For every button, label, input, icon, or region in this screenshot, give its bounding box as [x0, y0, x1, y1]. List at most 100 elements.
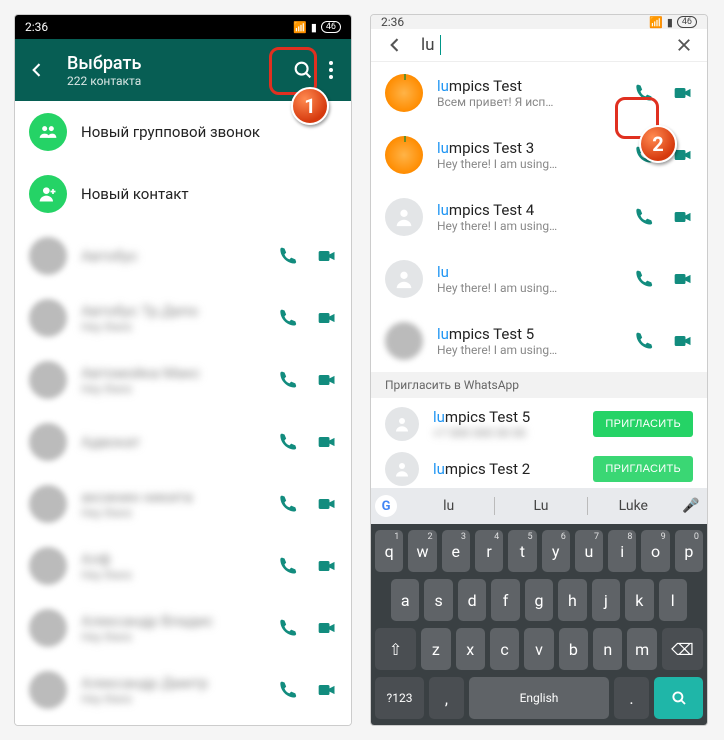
- call-icon[interactable]: [633, 207, 653, 227]
- key-r[interactable]: 4r: [475, 530, 503, 572]
- key-shift[interactable]: ⇧: [375, 628, 416, 670]
- key-x[interactable]: x: [456, 628, 485, 670]
- back-button[interactable]: [25, 60, 49, 80]
- key-k[interactable]: k: [625, 579, 653, 621]
- list-item[interactable]: Автомойка МаксHey there: [15, 349, 351, 411]
- list-item[interactable]: аксинин никитаHey there: [15, 473, 351, 535]
- callout-badge-2: 2: [639, 125, 677, 163]
- new-contact[interactable]: Новый контакт: [15, 163, 351, 225]
- key-n[interactable]: n: [593, 628, 622, 670]
- call-icon[interactable]: [277, 556, 297, 576]
- video-icon[interactable]: [317, 618, 337, 638]
- google-icon[interactable]: G: [375, 495, 397, 517]
- header-subtitle: 222 контакта: [67, 74, 285, 88]
- call-icon[interactable]: [633, 83, 653, 103]
- suggestion[interactable]: Luke: [588, 498, 679, 514]
- list-item[interactable]: lumpics Test 5 Hey there! I am using…: [371, 310, 707, 372]
- video-icon[interactable]: [317, 370, 337, 390]
- key-d[interactable]: d: [458, 579, 486, 621]
- key-z[interactable]: z: [421, 628, 450, 670]
- key-v[interactable]: v: [524, 628, 553, 670]
- status-bar: 2:36 📶 ▮ 46: [371, 15, 707, 29]
- call-icon[interactable]: [277, 308, 297, 328]
- search-button[interactable]: [285, 52, 321, 88]
- key-h[interactable]: h: [558, 579, 586, 621]
- key-w[interactable]: 2w: [408, 530, 436, 572]
- video-icon[interactable]: [317, 494, 337, 514]
- invite-item[interactable]: lumpics Test 5 +7 000 000 00 00 ПРИГЛАСИ…: [371, 398, 707, 450]
- contact-status: Hey there! I am using…: [437, 343, 619, 357]
- key-l[interactable]: l: [659, 579, 687, 621]
- key-u[interactable]: 7u: [575, 530, 603, 572]
- list-item[interactable]: Александр ВладисHey there: [15, 597, 351, 659]
- key-period[interactable]: .: [614, 677, 649, 719]
- contact-name: lumpics Test 5: [437, 325, 619, 343]
- video-icon[interactable]: [317, 680, 337, 700]
- search-header: lu: [371, 29, 707, 62]
- video-icon[interactable]: [673, 83, 693, 103]
- search-input[interactable]: lu: [421, 35, 659, 55]
- key-p[interactable]: 0p: [675, 530, 703, 572]
- wifi-icon: 📶: [649, 16, 663, 29]
- header-title: Выбрать: [67, 53, 285, 74]
- key-enter[interactable]: [654, 677, 703, 719]
- video-icon[interactable]: [317, 246, 337, 266]
- video-icon[interactable]: [317, 432, 337, 452]
- call-icon[interactable]: [633, 269, 653, 289]
- suggestion[interactable]: Lu: [495, 498, 586, 514]
- call-icon[interactable]: [633, 331, 653, 351]
- video-icon[interactable]: [673, 207, 693, 227]
- key-c[interactable]: c: [490, 628, 519, 670]
- call-icon[interactable]: [277, 246, 297, 266]
- video-icon[interactable]: [673, 269, 693, 289]
- key-j[interactable]: j: [592, 579, 620, 621]
- key-g[interactable]: g: [525, 579, 553, 621]
- video-icon[interactable]: [317, 308, 337, 328]
- key-f[interactable]: f: [491, 579, 519, 621]
- menu-button[interactable]: [321, 61, 341, 79]
- list-item[interactable]: lumpics Test 4 Hey there! I am using…: [371, 186, 707, 248]
- key-m[interactable]: m: [627, 628, 656, 670]
- key-y[interactable]: 6y: [542, 530, 570, 572]
- back-button[interactable]: [385, 35, 405, 55]
- key-comma[interactable]: ,: [429, 677, 464, 719]
- battery-level: 46: [321, 21, 341, 33]
- invite-button[interactable]: ПРИГЛАСИТЬ: [593, 411, 693, 437]
- key-a[interactable]: a: [391, 579, 419, 621]
- contact-status: Hey there! I am using…: [437, 219, 619, 233]
- key-s[interactable]: s: [424, 579, 452, 621]
- list-item[interactable]: АлфHey there: [15, 535, 351, 597]
- clear-search-button[interactable]: [675, 36, 693, 54]
- key-symbols[interactable]: ?123: [375, 677, 424, 719]
- list-item[interactable]: lu Hey there! I am using…: [371, 248, 707, 310]
- suggestion[interactable]: lu: [403, 498, 494, 514]
- key-e[interactable]: 3e: [442, 530, 470, 572]
- status-right: 📶 ▮ 46: [649, 16, 697, 29]
- key-q[interactable]: 1q: [375, 530, 403, 572]
- list-item[interactable]: Автобус Тр.ДепоHey there: [15, 287, 351, 349]
- keyboard: 1q 2w 3e 4r 5t 6y 7u 8i 9o 0p a s d f g …: [371, 524, 707, 725]
- call-icon[interactable]: [277, 494, 297, 514]
- video-icon[interactable]: [673, 331, 693, 351]
- key-t[interactable]: 5t: [508, 530, 536, 572]
- invite-button[interactable]: ПРИГЛАСИТЬ: [593, 456, 693, 482]
- list-item[interactable]: Адвокат: [15, 411, 351, 473]
- new-group-call-label: Новый групповой звонок: [81, 123, 337, 141]
- key-backspace[interactable]: ⌫: [662, 628, 703, 670]
- list-item[interactable]: Автобус: [15, 225, 351, 287]
- key-b[interactable]: b: [559, 628, 588, 670]
- list-item[interactable]: lumpics Test Всем привет! Я исп…: [371, 62, 707, 124]
- key-o[interactable]: 9o: [641, 530, 669, 572]
- video-icon[interactable]: [317, 556, 337, 576]
- wifi-icon: 📶: [293, 21, 307, 34]
- key-space[interactable]: English: [469, 677, 609, 719]
- call-icon[interactable]: [277, 370, 297, 390]
- list-item[interactable]: Александр ЗеленоHey there: [15, 721, 351, 725]
- invite-item[interactable]: lumpics Test 2 ПРИГЛАСИТЬ: [371, 450, 707, 488]
- key-i[interactable]: 8i: [608, 530, 636, 572]
- list-item[interactable]: Александр ДмитрHey there: [15, 659, 351, 721]
- call-icon[interactable]: [277, 680, 297, 700]
- call-icon[interactable]: [277, 618, 297, 638]
- call-icon[interactable]: [277, 432, 297, 452]
- mic-icon[interactable]: 🎤: [679, 498, 703, 514]
